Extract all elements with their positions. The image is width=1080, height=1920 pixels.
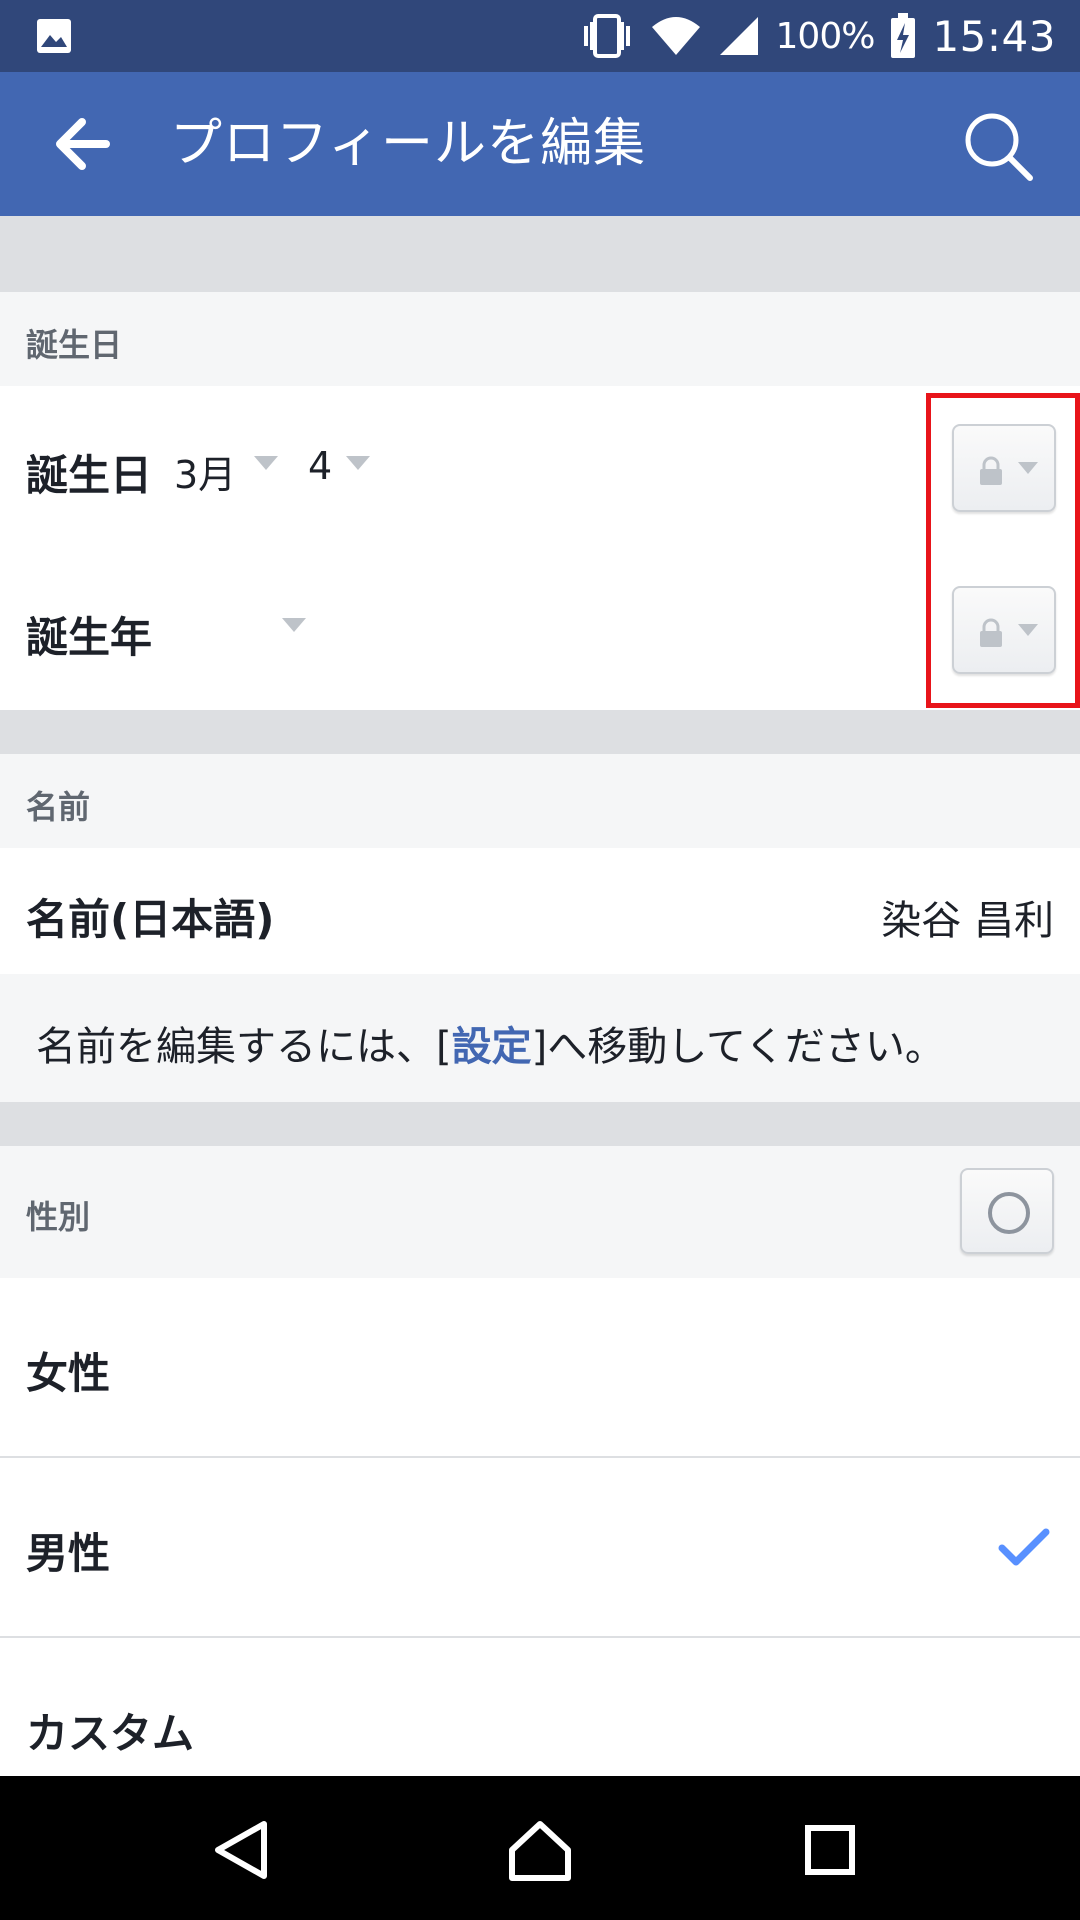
status-bar: 100% 15:43 xyxy=(0,0,1080,72)
chevron-down-icon xyxy=(282,618,306,632)
note-text-after: ]へ移動してください。 xyxy=(531,1024,945,1070)
gallery-icon xyxy=(37,19,71,53)
battery-charging-icon xyxy=(891,13,916,58)
gender-privacy-button[interactable] xyxy=(960,1168,1054,1254)
gender-option-male[interactable]: 男性 xyxy=(0,1458,1080,1636)
navigation-bar xyxy=(0,1776,1080,1920)
vibrate-icon xyxy=(583,14,630,58)
section-title: 性別 xyxy=(26,1198,91,1236)
chevron-down-icon xyxy=(346,456,370,470)
checkmark-icon xyxy=(998,1528,1050,1566)
back-arrow-icon[interactable] xyxy=(52,116,112,172)
birth-day-select[interactable]: 4 xyxy=(308,444,332,488)
section-gap xyxy=(0,216,1080,290)
section-gap xyxy=(0,1102,1080,1144)
name-edit-note: 名前を編集するには、[設定]へ移動してください。 xyxy=(0,974,1080,1102)
section-title: 名前 xyxy=(26,788,91,826)
circle-icon xyxy=(988,1192,1030,1234)
option-label: 女性 xyxy=(26,1349,111,1398)
page-title: プロフィールを編集 xyxy=(170,114,646,174)
recent-apps-icon[interactable] xyxy=(804,1824,856,1876)
birth-month-select[interactable]: 3月 xyxy=(174,444,236,499)
gender-option-female[interactable]: 女性 xyxy=(0,1278,1080,1456)
birth-year-label: 誕生年 xyxy=(26,613,153,662)
home-icon[interactable] xyxy=(508,1820,572,1882)
app-bar: プロフィールを編集 xyxy=(0,72,1080,216)
section-title: 誕生日 xyxy=(26,326,123,364)
name-label: 名前(日本語) xyxy=(26,895,275,944)
birthday-section-header: 誕生日 xyxy=(0,290,1080,386)
name-section-header: 名前 xyxy=(0,752,1080,848)
settings-link[interactable]: 設定 xyxy=(452,1024,532,1070)
gender-section-header: 性別 xyxy=(0,1144,1080,1278)
gender-option-custom[interactable]: カスタム xyxy=(0,1638,1080,1776)
note-text-before: 名前を編集するには、[ xyxy=(36,1024,452,1070)
wifi-icon xyxy=(651,17,700,55)
name-value: 染谷 昌利 xyxy=(881,898,1054,944)
search-icon[interactable] xyxy=(962,110,1034,182)
name-row: 名前(日本語) 染谷 昌利 xyxy=(0,848,1080,974)
back-triangle-icon[interactable] xyxy=(212,1820,272,1880)
battery-percent: 100% xyxy=(775,15,876,57)
highlight-box xyxy=(926,393,1080,708)
birthday-label: 誕生日 xyxy=(26,451,153,500)
option-label: 男性 xyxy=(26,1529,111,1578)
birthday-rows: 誕生日 3月 4 誕生年 xyxy=(0,386,1080,710)
gender-options: 女性 男性 カスタム xyxy=(0,1278,1080,1776)
signal-icon xyxy=(719,17,758,55)
section-gap xyxy=(0,710,1080,752)
option-label: カスタム xyxy=(26,1709,195,1758)
note-text: 名前を編集するには、[設定]へ移動してください。 xyxy=(36,1014,945,1072)
clock: 15:43 xyxy=(932,11,1056,61)
chevron-down-icon xyxy=(254,456,278,470)
